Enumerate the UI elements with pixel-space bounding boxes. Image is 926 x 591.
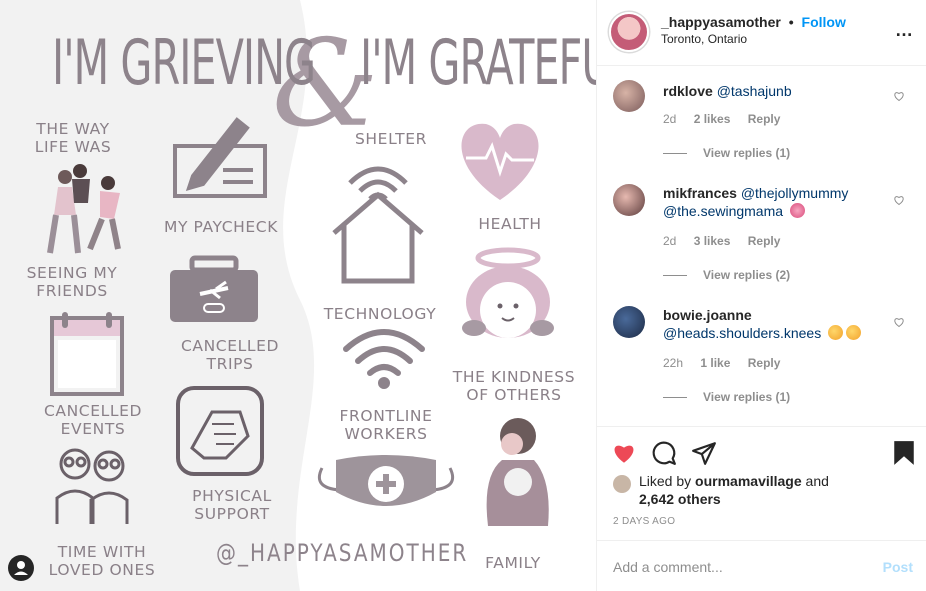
comment-reply-button[interactable]: Reply xyxy=(748,112,781,126)
likes-count[interactable]: 2,642 others xyxy=(639,491,721,507)
comment-text: rdklove @tashajunb xyxy=(663,82,893,100)
comment-meta: 2d 2 likes Reply xyxy=(663,112,794,126)
comment-mention[interactable]: @tashajunb xyxy=(717,83,792,99)
comment-likes[interactable]: 2 likes xyxy=(694,112,731,126)
view-replies-label: View replies (2) xyxy=(703,268,791,282)
kissing-face-emoji xyxy=(846,325,862,340)
post-image[interactable]: & I'M GRIEVING I'M GRATEF THE WAY LIFE W… xyxy=(0,0,596,591)
friends-illustration xyxy=(47,164,121,254)
liked-by-avatar[interactable] xyxy=(613,475,631,493)
replies-divider xyxy=(663,397,687,399)
post-comment-button[interactable]: Post xyxy=(883,559,913,575)
label-my-paycheck: MY PAYCHECK xyxy=(163,218,278,236)
likes-summary: Liked by ourmamavillage and 2,642 others xyxy=(639,472,829,508)
comment-age: 2d xyxy=(663,112,677,126)
label-physical-support: PHYSICAL SUPPORT xyxy=(192,487,272,523)
view-replies-button[interactable]: View replies (1) xyxy=(663,146,790,160)
comment-username[interactable]: bowie.joanne xyxy=(663,307,752,323)
commenter-avatar[interactable] xyxy=(613,184,645,216)
comment-like-heart-icon[interactable] xyxy=(893,316,905,328)
owner-avatar[interactable] xyxy=(609,12,649,52)
heart-icon[interactable] xyxy=(611,440,637,466)
handshake-icon xyxy=(176,386,264,476)
label-frontline-workers: FRONTLINE WORKERS xyxy=(339,407,433,443)
label-time-with-loved-ones: TIME WITH LOVED ONES xyxy=(48,543,156,579)
post-timestamp[interactable]: 2 DAYS AGO xyxy=(613,516,675,527)
post-actions: Liked by ourmamavillage and 2,642 others… xyxy=(597,426,926,540)
kissing-face-emoji xyxy=(828,325,844,340)
owner-username[interactable]: _happyasamother xyxy=(661,14,781,30)
label-cancelled-trips: CANCELLED TRIPS xyxy=(180,337,280,373)
comment-likes[interactable]: 1 like xyxy=(700,356,730,370)
comment-reply-button[interactable]: Reply xyxy=(748,356,781,370)
bookmark-icon[interactable] xyxy=(891,440,917,466)
header-separator: • xyxy=(788,14,794,30)
suitcase-icon xyxy=(170,255,258,322)
view-replies-button[interactable]: View replies (2) xyxy=(663,268,790,282)
comment-username[interactable]: rdklove xyxy=(663,83,713,99)
owner-line: _happyasamother • Follow xyxy=(661,14,846,30)
sparkling-heart-emoji xyxy=(789,203,805,218)
liked-by-prefix: Liked by xyxy=(639,473,692,489)
post-location[interactable]: Toronto, Ontario xyxy=(661,32,747,46)
comment-mention[interactable]: @heads.shoulders.knees xyxy=(663,325,821,341)
liked-by-username[interactable]: ourmamavillage xyxy=(695,473,802,489)
comment-likes[interactable]: 3 likes xyxy=(694,234,731,248)
comment-bubble-icon[interactable] xyxy=(651,440,677,466)
comment-age: 2d xyxy=(663,234,677,248)
comment-meta: 22h 1 like Reply xyxy=(663,356,794,370)
replies-divider xyxy=(663,275,687,277)
comment-text: mikfrances @thejollymummy @the.sewingmam… xyxy=(663,184,893,220)
follow-button[interactable]: Follow xyxy=(802,14,846,30)
comment-input[interactable] xyxy=(613,555,863,579)
comment-text: bowie.joanne @heads.shoulders.knees xyxy=(663,306,893,342)
label-cancelled-events: CANCELLED EVENTS xyxy=(43,402,143,438)
add-comment-bar: Post xyxy=(597,540,926,591)
title-grateful: I'M GRATEFUL xyxy=(360,26,596,99)
calendar-icon xyxy=(50,312,124,396)
comment-username[interactable]: mikfrances xyxy=(663,185,737,201)
comment-like-heart-icon[interactable] xyxy=(893,194,905,206)
image-handle-watermark: @_HAPPYASAMOTHER xyxy=(216,538,469,567)
title-grieving: I'M GRIEVING xyxy=(52,26,316,99)
label-shelter: SHELTER xyxy=(354,130,428,148)
comment-like-heart-icon[interactable] xyxy=(893,90,905,102)
label-the-way-life-was: THE WAY LIFE WAS xyxy=(34,120,112,156)
more-options-icon[interactable]: … xyxy=(895,20,914,41)
paycheck-icon xyxy=(173,117,267,198)
comment-age: 22h xyxy=(663,356,684,370)
view-replies-label: View replies (1) xyxy=(703,390,791,404)
loved-ones-icon xyxy=(55,448,129,524)
commenter-avatar[interactable] xyxy=(613,306,645,338)
comment-mention[interactable]: @thejollymummy xyxy=(741,185,849,201)
comment-reply-button[interactable]: Reply xyxy=(748,234,781,248)
label-seeing-my-friends: SEEING MY FRIENDS xyxy=(26,264,118,300)
comments-list: rdklove @tashajunb 2d 2 likes Reply View… xyxy=(597,66,926,426)
view-replies-label: View replies (1) xyxy=(703,146,791,160)
post-header: _happyasamother • Follow Toronto, Ontari… xyxy=(597,0,926,66)
liked-by-and: and xyxy=(805,473,829,489)
label-technology: TECHNOLOGY xyxy=(323,305,437,323)
tagged-users-icon[interactable] xyxy=(8,555,34,581)
label-family: FAMILY xyxy=(485,554,541,572)
replies-divider xyxy=(663,153,687,155)
view-replies-button[interactable]: View replies (1) xyxy=(663,390,790,404)
paper-plane-icon[interactable] xyxy=(691,440,717,466)
comment-mention[interactable]: @the.sewingmama xyxy=(663,203,783,219)
commenter-avatar[interactable] xyxy=(613,80,645,112)
label-health: HEALTH xyxy=(478,215,542,233)
label-kindness-of-others: THE KINDNESS OF OTHERS xyxy=(452,368,576,404)
post-side-panel: _happyasamother • Follow Toronto, Ontari… xyxy=(596,0,926,591)
comment-meta: 2d 3 likes Reply xyxy=(663,234,794,248)
